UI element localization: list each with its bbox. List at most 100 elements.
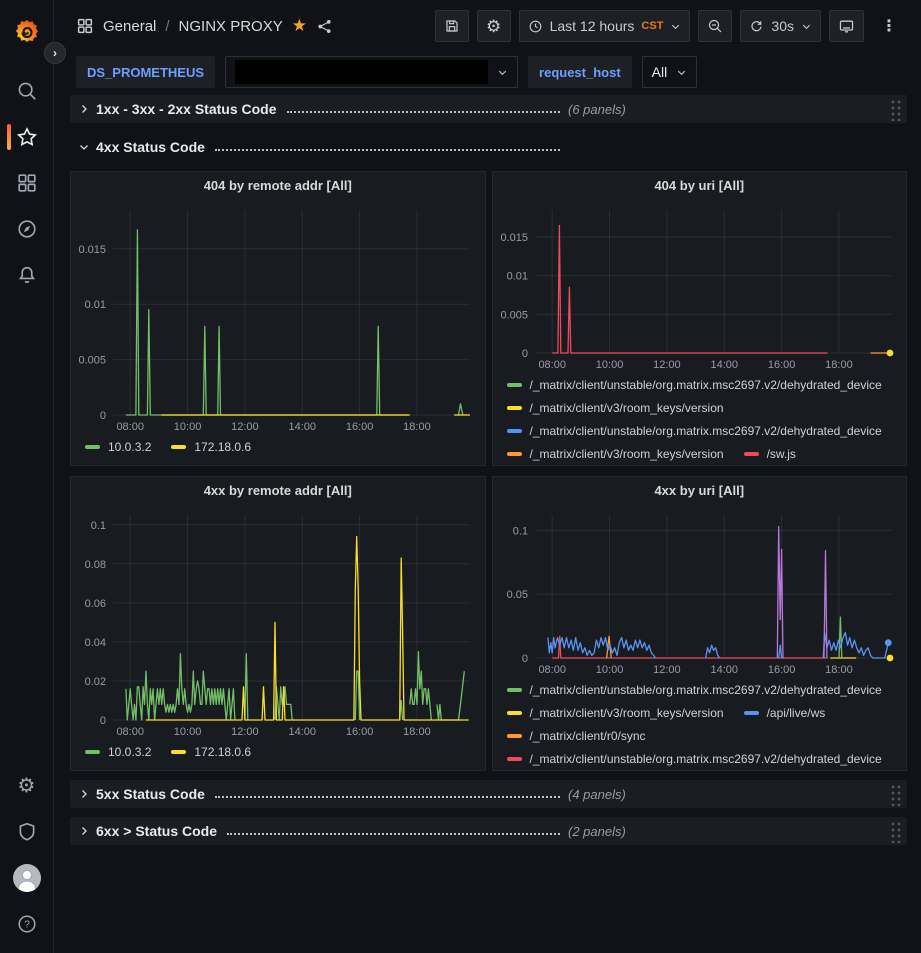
legend-label: /_matrix/client/unstable/org.matrix.msc2… <box>530 424 882 438</box>
legend-swatch <box>507 383 522 387</box>
row-drag-handle[interactable] <box>889 820 901 843</box>
cycle-view-button[interactable] <box>829 10 864 42</box>
legend-item[interactable]: /_matrix/client/v3/room_keys/version <box>507 704 724 721</box>
help-question-icon[interactable]: ? <box>0 901 54 947</box>
configuration-gear-icon[interactable]: ⚙ <box>0 763 54 809</box>
chart-404-by-uri[interactable]: 08:0010:0012:0014:0016:0018:0000.0050.01… <box>493 200 906 373</box>
legend-item[interactable]: /sw.js <box>744 445 796 462</box>
legend-swatch <box>85 445 100 449</box>
chart-404-by-remote-addr[interactable]: 08:0010:0012:0014:0016:0018:0000.0050.01… <box>71 200 484 435</box>
chart-4xx-by-remote-addr[interactable]: 08:0010:0012:0014:0016:0018:0000.020.040… <box>71 505 484 740</box>
panel-title[interactable]: 4xx by remote addr [All] <box>71 477 485 505</box>
row-panel-count: (2 panels) <box>568 824 626 839</box>
y-tick-label: 0.015 <box>78 244 106 256</box>
svg-text:?: ? <box>24 920 30 931</box>
sidebar: ⚙ ? <box>0 0 54 953</box>
breadcrumb-section[interactable]: General <box>103 18 156 35</box>
x-tick-label: 08:00 <box>538 664 566 676</box>
share-icon[interactable] <box>316 18 333 35</box>
legend-item[interactable]: /_matrix/client/unstable/org.matrix.msc2… <box>507 422 882 439</box>
x-tick-label: 10:00 <box>595 359 623 371</box>
dashboards-grid-icon[interactable] <box>0 160 54 206</box>
favorite-star-icon[interactable]: ★ <box>292 16 307 36</box>
series-end-point <box>884 639 891 646</box>
legend-swatch <box>507 406 522 410</box>
panel-title[interactable]: 404 by uri [All] <box>493 172 907 200</box>
tv-monitor-icon <box>838 18 855 35</box>
gear-icon: ⚙ <box>486 18 501 35</box>
y-tick-label: 0.04 <box>85 637 106 649</box>
y-tick-label: 0.01 <box>85 299 106 311</box>
admin-shield-icon[interactable] <box>0 809 54 855</box>
legend-label: 172.18.0.6 <box>194 440 251 454</box>
legend-item[interactable]: 10.0.3.2 <box>85 438 151 455</box>
panel-4xx-by-remote-addr: 4xx by remote addr [All] 08:0010:0012:00… <box>70 476 486 771</box>
panel-title[interactable]: 4xx by uri [All] <box>493 477 907 505</box>
y-tick-label: 0.1 <box>512 525 527 537</box>
dashboard-grid-icon <box>76 17 94 35</box>
legend-swatch <box>171 445 186 449</box>
search-icon[interactable] <box>0 68 54 114</box>
variable-label-ds-prometheus: DS_PROMETHEUS <box>76 56 215 88</box>
zoom-out-button[interactable] <box>698 10 732 42</box>
x-tick-label: 16:00 <box>346 726 374 738</box>
dashboard-title[interactable]: NGINX PROXY <box>179 18 283 35</box>
row-panel-count: (6 panels) <box>568 102 626 117</box>
explore-compass-icon[interactable] <box>0 206 54 252</box>
legend-item[interactable]: /_matrix/client/unstable/org.matrix.msc2… <box>507 750 882 767</box>
legend-item[interactable]: 172.18.0.6 <box>171 743 251 760</box>
time-range-picker[interactable]: Last 12 hours CST <box>519 10 691 42</box>
legend-swatch <box>507 452 522 456</box>
save-dashboard-button[interactable] <box>435 10 469 42</box>
chevron-down-icon <box>676 67 687 78</box>
legend-item[interactable]: 172.18.0.6 <box>171 438 251 455</box>
more-options-kebab-menu[interactable]: ⋮ <box>872 10 906 42</box>
row-drag-handle[interactable] <box>889 783 901 806</box>
variable-value-ds-prometheus-dropdown[interactable] <box>225 56 518 88</box>
panel-title[interactable]: 404 by remote addr [All] <box>71 172 485 200</box>
row-title: 1xx - 3xx - 2xx Status Code <box>96 101 277 117</box>
user-avatar[interactable] <box>0 855 54 901</box>
row-1xx-3xx-2xx-status-code[interactable]: 1xx - 3xx - 2xx Status Code (6 panels) <box>70 95 907 123</box>
redacted-value <box>235 60 488 84</box>
starred-dashboards-icon[interactable] <box>0 114 54 160</box>
row-4xx-status-code[interactable]: 4xx Status Code <box>70 133 907 161</box>
dashboard-settings-button[interactable]: ⚙ <box>477 10 511 42</box>
row-6xx-status-code[interactable]: 6xx > Status Code (2 panels) <box>70 817 907 845</box>
chart-legend: 10.0.3.2 172.18.0.6 <box>71 740 485 770</box>
legend-label: 10.0.3.2 <box>108 745 151 759</box>
series-line <box>437 671 464 720</box>
x-tick-label: 16:00 <box>346 421 374 433</box>
dashboard-variables-bar: DS_PROMETHEUS request_host All <box>54 52 921 92</box>
chart-4xx-by-uri[interactable]: 08:0010:0012:0014:0016:0018:0000.050.1 <box>493 505 906 678</box>
refresh-picker[interactable]: 30s <box>740 10 821 42</box>
request-host-value: All <box>652 64 668 80</box>
series-line <box>705 645 719 658</box>
row-5xx-status-code[interactable]: 5xx Status Code (4 panels) <box>70 780 907 808</box>
legend-swatch <box>507 688 522 692</box>
y-tick-label: 0.05 <box>506 589 527 601</box>
legend-item[interactable]: /api/live/ws <box>744 704 826 721</box>
x-tick-label: 18:00 <box>403 726 431 738</box>
legend-item[interactable]: /_matrix/client/unstable/org.matrix.msc2… <box>507 376 882 393</box>
legend-label: /_matrix/client/v3/room_keys/version <box>530 447 724 461</box>
y-tick-label: 0.08 <box>85 559 106 571</box>
time-range-label: Last 12 hours <box>550 18 635 34</box>
sidebar-expand-chevron-icon[interactable]: › <box>44 42 66 64</box>
series-line <box>410 652 432 720</box>
legend-item[interactable]: 10.0.3.2 <box>85 743 151 760</box>
row-drag-handle[interactable] <box>889 98 901 121</box>
legend-label: /sw.js <box>767 447 796 461</box>
legend-item[interactable]: /_matrix/client/unstable/org.matrix.msc2… <box>507 681 882 698</box>
legend-item[interactable]: /_matrix/client/r0/sync <box>507 727 646 744</box>
row-leader-dots <box>287 103 560 113</box>
legend-item[interactable]: /_matrix/client/v3/room_keys/version <box>507 445 724 462</box>
alerting-bell-icon[interactable] <box>0 252 54 298</box>
series-line <box>552 226 827 354</box>
variable-value-request-host-dropdown[interactable]: All <box>642 56 698 88</box>
legend-item[interactable]: /_matrix/client/v3/room_keys/version <box>507 399 724 416</box>
legend-label: /_matrix/client/v3/room_keys/version <box>530 401 724 415</box>
y-tick-label: 0 <box>521 348 527 360</box>
x-tick-label: 18:00 <box>403 421 431 433</box>
legend-swatch <box>507 711 522 715</box>
